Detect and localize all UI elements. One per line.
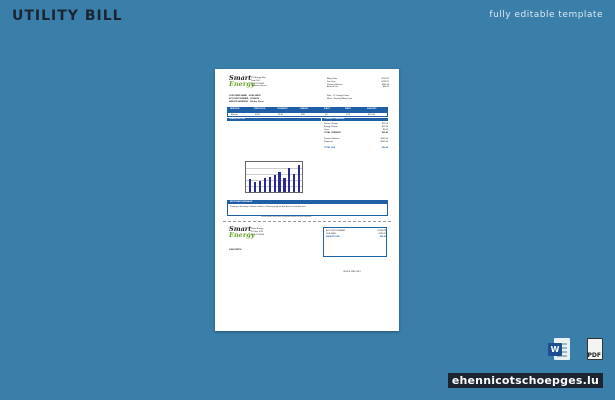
usage-bar — [258, 180, 261, 192]
usage-bar — [283, 178, 286, 192]
meter-info: Rate C1 Cottage Power Meter Monthly Bill… — [327, 95, 353, 100]
bill-summary: Billing Date 07/14/21 Due Date 07/31/21 Pr… — [327, 78, 389, 89]
usage-bar — [253, 182, 257, 192]
usage-bar — [273, 175, 276, 192]
usage-bar — [278, 172, 281, 192]
page-subtitle: fully editable template — [489, 10, 603, 20]
usage-bar — [288, 168, 291, 192]
watermark-label: ehennicotschoepges.lu — [447, 373, 603, 388]
stub-customer: JOHN SMITH — [229, 249, 242, 251]
bill-preview: Smart Energy 123 Energy Way Suite 100 Cit… — [215, 69, 399, 331]
usage-bar — [249, 179, 252, 192]
account-info: CUSTOMER NAME JOHN SMITH ACCOUNT NUMBER … — [229, 95, 264, 103]
usage-bar — [298, 165, 301, 192]
pdf-doc-icon: PDF — [581, 338, 603, 362]
stub-office-line: OFFICE USE ONLY — [343, 271, 361, 273]
usage-bar — [293, 173, 296, 192]
usage-chart — [245, 161, 303, 193]
page-title: UTILITY BILL — [12, 8, 123, 24]
word-doc-icon: W — [548, 338, 570, 362]
cut-line — [223, 221, 391, 222]
important-message-text: Thank you for being a valued customer. P… — [230, 206, 307, 208]
charges-values-row: Electric 4520 5148 628 30 0.12 $75.36 — [227, 112, 388, 117]
footer-note: Please detach and return the bottom port… — [261, 216, 312, 218]
stub-summary-box: ACCOUNT NUMBER 12345678 DUE DATE 07/31/21 … — [323, 227, 387, 257]
current-charges-heading: CURRENT CHARGES — [322, 118, 388, 121]
important-message-heading: IMPORTANT MESSAGE — [228, 201, 387, 204]
format-icons: W PDF — [548, 338, 603, 362]
usage-bar — [263, 178, 266, 192]
important-message-box: IMPORTANT MESSAGE Thank you for being a … — [227, 200, 388, 216]
usage-bar — [268, 176, 271, 192]
usage-history-heading: USAGE HISTORY — [227, 118, 321, 121]
charges-list: Service Charge $12.00 Energy Charge $75.36… — [324, 123, 388, 149]
company-address: 123 Energy Way Suite 100 City, ST 00000 … — [251, 77, 267, 88]
stub-address: Smart Energy PO Box 1234 City, ST 00000 — [251, 228, 265, 236]
